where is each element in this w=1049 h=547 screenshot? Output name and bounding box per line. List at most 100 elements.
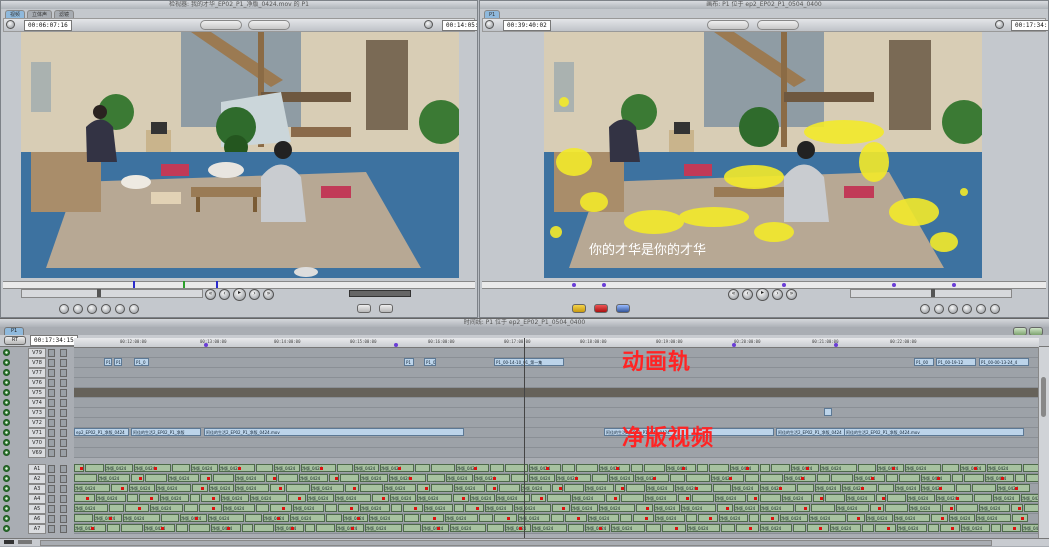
audio-clip[interactable]: [745, 474, 759, 482]
audio-clip[interactable]: 净版_0424: [134, 464, 171, 472]
audio-clip[interactable]: [242, 524, 253, 532]
track-lock-icon[interactable]: [48, 379, 55, 387]
replace-button[interactable]: [616, 304, 630, 313]
overwrite-button[interactable]: [594, 304, 608, 313]
audio-keyframe[interactable]: [138, 477, 142, 480]
track-visibility-icon[interactable]: [3, 525, 10, 532]
audio-keyframe[interactable]: [381, 497, 385, 500]
audio-clip[interactable]: 净版_0424: [782, 494, 812, 502]
audio-clip[interactable]: [817, 474, 830, 482]
audio-clip[interactable]: 净版_0424: [854, 474, 885, 482]
audio-keyframe[interactable]: [319, 467, 323, 470]
audio-keyframe[interactable]: [819, 497, 823, 500]
audio-clip[interactable]: [121, 524, 143, 532]
audio-clip[interactable]: [213, 474, 234, 482]
out-point-marker[interactable]: [216, 281, 218, 288]
audio-clip[interactable]: [338, 504, 359, 512]
track-visibility-icon[interactable]: [3, 429, 10, 436]
track-visibility-icon[interactable]: [3, 409, 10, 416]
audio-clip[interactable]: 净版_0424: [760, 524, 792, 532]
track-visibility-icon[interactable]: [3, 505, 10, 512]
audio-keyframe[interactable]: [277, 517, 280, 520]
audio-clip[interactable]: [875, 524, 896, 532]
audio-clip[interactable]: [360, 484, 383, 492]
insert-button[interactable]: [357, 304, 371, 313]
audio-keyframe[interactable]: [803, 507, 807, 510]
audio-keyframe[interactable]: [298, 497, 301, 500]
mark-clip-button[interactable]: [73, 304, 83, 314]
audio-track-lane[interactable]: 净版_0424 净版_0424 净版_0424 净版_0424 净版_0424 净版_04…: [74, 514, 1039, 524]
track-visibility-icon[interactable]: [3, 419, 10, 426]
audio-clip[interactable]: [662, 524, 686, 532]
audio-track-lane[interactable]: 净版_0424 净版_0424 净版_0424 净版_0424 净版_0424 净版_04…: [74, 484, 1039, 494]
audio-clip[interactable]: 净版_0424: [445, 514, 478, 522]
audio-clip[interactable]: [621, 494, 644, 502]
audio-clip[interactable]: 净版_0424: [518, 514, 550, 522]
video-track-lane[interactable]: [74, 368, 1039, 378]
audio-clip[interactable]: 净版_0424: [877, 464, 904, 472]
audio-keyframe[interactable]: [653, 477, 656, 480]
track-autoselect-icon[interactable]: [60, 369, 67, 377]
audio-clip[interactable]: [340, 474, 359, 482]
audio-clip[interactable]: [692, 494, 714, 502]
audio-keyframe[interactable]: [940, 517, 944, 520]
audio-clip[interactable]: 净版_0424: [921, 484, 955, 492]
track-visibility-icon[interactable]: [3, 349, 10, 356]
audio-clip[interactable]: [747, 494, 759, 502]
marker[interactable]: [834, 343, 838, 347]
jog-icon[interactable]: [6, 20, 15, 29]
track-autoselect-icon[interactable]: [60, 525, 67, 533]
overwrite-button[interactable]: [379, 304, 393, 313]
audio-clip[interactable]: 净版_0424: [74, 484, 110, 492]
audio-clip[interactable]: [109, 504, 124, 512]
audio-clip[interactable]: 净版_0424: [470, 494, 495, 502]
audio-keyframe[interactable]: [160, 527, 164, 530]
audio-clip[interactable]: 净版_0424: [389, 474, 426, 482]
audio-clip[interactable]: [626, 484, 645, 492]
track-lock-icon[interactable]: [48, 439, 55, 447]
next-edit-button[interactable]: »: [786, 289, 797, 300]
zoom-slider[interactable]: [18, 540, 32, 544]
audio-clip[interactable]: [391, 504, 402, 512]
audio-clip[interactable]: [270, 484, 285, 492]
audio-keyframe[interactable]: [194, 517, 198, 520]
video-clip[interactable]: P1: [114, 358, 122, 366]
viewer-duration[interactable]: 00:06:07:16: [24, 20, 72, 31]
audio-clip[interactable]: [717, 504, 733, 512]
audio-clip[interactable]: [760, 464, 770, 472]
audio-clip[interactable]: [698, 514, 718, 522]
audio-clip[interactable]: [615, 484, 625, 492]
track-autoselect-icon[interactable]: [60, 485, 67, 493]
audio-clip[interactable]: [329, 474, 339, 482]
video-clip[interactable]: P1_00-19-12: [936, 358, 976, 366]
track-visibility-icon[interactable]: [3, 389, 10, 396]
audio-keyframe[interactable]: [473, 467, 477, 470]
audio-keyframe[interactable]: [801, 477, 804, 480]
audio-keyframe[interactable]: [682, 467, 685, 470]
audio-clip[interactable]: 净版_0424: [780, 514, 808, 522]
audio-clip[interactable]: [928, 524, 939, 532]
video-track-lane[interactable]: ep2_EP02_P1_净版_0424 阿佳的生活2_EP02_P1_净版 阿佳的生…: [74, 428, 1039, 438]
play-in-out-button[interactable]: ‹: [742, 289, 753, 300]
audio-clip[interactable]: 净版_0424: [223, 504, 255, 512]
shuttle-slider[interactable]: [850, 289, 1012, 298]
audio-clip[interactable]: [305, 524, 315, 532]
audio-clip[interactable]: [633, 514, 654, 522]
shuttle-handle[interactable]: [931, 289, 935, 297]
audio-clip[interactable]: [1012, 514, 1028, 522]
audio-clip[interactable]: 净版_0424: [144, 524, 175, 532]
video-clip[interactable]: P1: [404, 358, 414, 366]
audio-keyframe[interactable]: [615, 467, 619, 470]
audio-clip[interactable]: 净版_0424: [369, 514, 403, 522]
audio-keyframe[interactable]: [353, 487, 356, 490]
audio-clip[interactable]: 净版_0424: [588, 514, 619, 522]
audio-keyframe[interactable]: [562, 507, 565, 510]
audio-clip[interactable]: [316, 524, 335, 532]
audio-clip[interactable]: 净版_0424: [191, 464, 218, 472]
audio-clip[interactable]: [709, 464, 729, 472]
track-visibility-icon[interactable]: [3, 485, 10, 492]
play-button[interactable]: ▸: [233, 288, 246, 301]
track-visibility-icon[interactable]: [3, 495, 10, 502]
audio-clip[interactable]: 净版_0424: [474, 474, 510, 482]
match-frame-button[interactable]: [59, 304, 69, 314]
